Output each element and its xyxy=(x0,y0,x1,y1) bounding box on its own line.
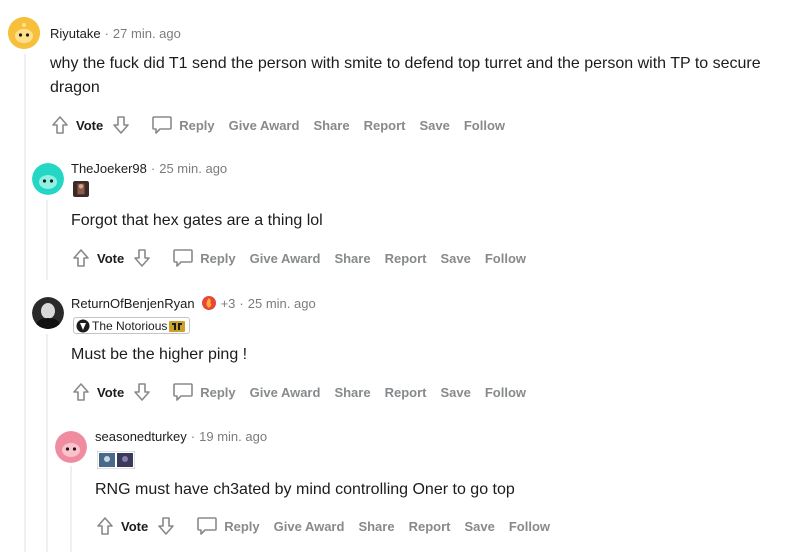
downvote-icon[interactable] xyxy=(132,247,152,269)
save-button[interactable]: Save xyxy=(419,118,449,133)
team-logo-icon xyxy=(76,319,90,332)
save-button[interactable]: Save xyxy=(464,519,494,534)
give-award-button[interactable]: Give Award xyxy=(250,385,321,400)
comment-body: why the fuck did T1 send the person with… xyxy=(50,55,761,96)
give-award-button[interactable]: Give Award xyxy=(274,519,345,534)
user-flair xyxy=(73,181,89,197)
report-button[interactable]: Report xyxy=(385,385,427,400)
give-award-button[interactable]: Give Award xyxy=(229,118,300,133)
upvote-icon[interactable] xyxy=(95,515,115,537)
save-button[interactable]: Save xyxy=(440,251,470,266)
report-button[interactable]: Report xyxy=(364,118,406,133)
avatar[interactable] xyxy=(32,297,64,329)
share-button[interactable]: Share xyxy=(313,118,349,133)
timestamp[interactable]: 25 min. ago xyxy=(159,161,227,176)
report-button[interactable]: Report xyxy=(409,519,451,534)
upvote-icon[interactable] xyxy=(71,381,91,403)
avatar[interactable] xyxy=(55,431,87,463)
share-button[interactable]: Share xyxy=(334,251,370,266)
comment-meta: Riyutake · 27 min. ago xyxy=(50,26,181,41)
follow-button[interactable]: Follow xyxy=(485,385,526,400)
username[interactable]: Riyutake xyxy=(50,26,101,41)
share-button[interactable]: Share xyxy=(358,519,394,534)
comment-meta: seasonedturkey · 19 min. ago xyxy=(95,429,267,444)
share-button[interactable]: Share xyxy=(334,385,370,400)
award-count[interactable]: +3 xyxy=(221,296,236,311)
vote-label: Vote xyxy=(76,117,104,133)
snoo-avatar-icon xyxy=(32,163,64,195)
user-flair: The Notorious xyxy=(73,317,191,334)
comment-body: Must be the higher ping ! xyxy=(71,346,248,363)
comment-bubble-icon xyxy=(196,516,218,536)
username[interactable]: ReturnOfBenjenRyan xyxy=(71,296,195,311)
username[interactable]: seasonedturkey xyxy=(95,429,187,444)
thread-line[interactable] xyxy=(46,200,48,280)
vote-label: Vote xyxy=(121,518,149,534)
separator-dot: · xyxy=(239,295,244,311)
comment-actions: Vote Reply Give Award Share Report Save … xyxy=(50,114,505,136)
separator-dot: · xyxy=(190,429,196,444)
avatar[interactable] xyxy=(32,163,64,195)
thread-line[interactable] xyxy=(46,334,48,552)
upvote-icon[interactable] xyxy=(71,247,91,269)
thread-line[interactable] xyxy=(24,54,26,552)
vote-label: Vote xyxy=(97,384,125,400)
comment-meta: ReturnOfBenjenRyan +3 · 25 min. ago xyxy=(71,295,316,311)
upvote-icon[interactable] xyxy=(50,114,70,136)
username[interactable]: TheJoeker98 xyxy=(71,161,147,176)
champion-flair-icon xyxy=(97,451,135,469)
reply-label: Reply xyxy=(200,384,236,400)
flair-badge: The Notorious xyxy=(73,317,191,334)
downvote-icon[interactable] xyxy=(132,381,152,403)
give-award-button[interactable]: Give Award xyxy=(250,251,321,266)
snoo-avatar-icon xyxy=(8,17,40,49)
reply-button[interactable]: Reply xyxy=(172,248,236,268)
comment-actions: Vote Reply Give Award Share Report Save … xyxy=(71,247,526,269)
downvote-icon[interactable] xyxy=(111,114,131,136)
separator-dot: · xyxy=(104,26,109,41)
separator-dot: · xyxy=(150,161,156,176)
save-button[interactable]: Save xyxy=(440,385,470,400)
comment-bubble-icon xyxy=(172,382,194,402)
comment-body: RNG must have ch3ated by mind controllin… xyxy=(95,481,515,498)
team-badge-icon xyxy=(169,320,186,332)
thread-line[interactable] xyxy=(70,466,72,552)
reply-button[interactable]: Reply xyxy=(172,382,236,402)
timestamp[interactable]: 25 min. ago xyxy=(248,296,316,311)
follow-button[interactable]: Follow xyxy=(509,519,550,534)
comment-actions: Vote Reply Give Award Share Report Save … xyxy=(95,515,550,537)
follow-button[interactable]: Follow xyxy=(464,118,505,133)
snoo-avatar-icon xyxy=(55,431,87,463)
comment-bubble-icon xyxy=(172,248,194,268)
reply-button[interactable]: Reply xyxy=(196,516,260,536)
reply-button[interactable]: Reply xyxy=(151,115,215,135)
comment-actions: Vote Reply Give Award Share Report Save … xyxy=(71,381,526,403)
avatar[interactable] xyxy=(8,17,40,49)
report-button[interactable]: Report xyxy=(385,251,427,266)
award-icon[interactable] xyxy=(201,295,217,311)
comment-meta: TheJoeker98 · 25 min. ago xyxy=(71,161,227,176)
reply-label: Reply xyxy=(179,117,215,133)
champion-flair-icon xyxy=(73,181,89,197)
user-flair xyxy=(97,451,135,469)
comment-body: Forgot that hex gates are a thing lol xyxy=(71,212,323,229)
reply-label: Reply xyxy=(224,518,260,534)
user-avatar-icon xyxy=(32,297,64,329)
follow-button[interactable]: Follow xyxy=(485,251,526,266)
timestamp[interactable]: 19 min. ago xyxy=(199,429,267,444)
comment-bubble-icon xyxy=(151,115,173,135)
reply-label: Reply xyxy=(200,250,236,266)
vote-label: Vote xyxy=(97,250,125,266)
flair-text: The Notorious xyxy=(92,318,168,333)
timestamp[interactable]: 27 min. ago xyxy=(113,26,181,41)
downvote-icon[interactable] xyxy=(156,515,176,537)
